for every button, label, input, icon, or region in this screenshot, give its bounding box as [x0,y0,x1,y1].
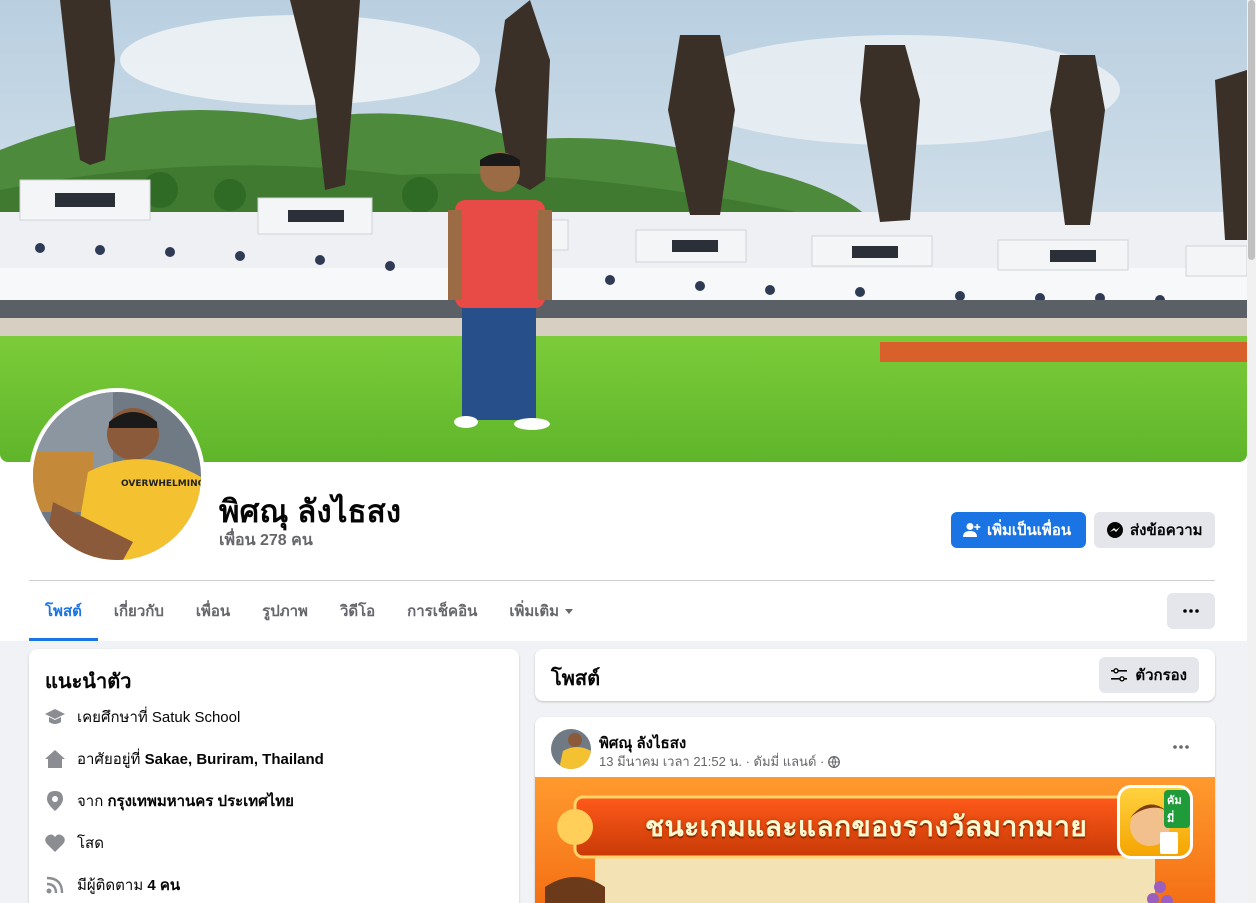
filter-label: ตัวกรอง [1135,667,1187,684]
tab-posts[interactable]: โพสต์ [29,581,98,641]
globe-icon[interactable] [828,755,841,768]
intro-title: แนะนำตัว [45,671,132,693]
game-app-icon: คัมมี่ [1117,785,1193,859]
friends-count[interactable]: เพื่อน 278 คน [219,528,313,553]
tab-about[interactable]: เกี่ยวกับ [98,581,180,641]
tab-videos[interactable]: วิดีโอ [324,581,391,641]
intro-education: เคยศึกษาที่ Satuk School [45,705,240,729]
post-banner-text: ชนะเกมและแลกของรางวัลมากมาย [645,810,1088,843]
post-options-button[interactable] [1163,733,1199,761]
posts-header-card: โพสต์ ตัวกรอง [535,649,1215,701]
cover-photo[interactable] [0,0,1247,462]
message-button[interactable]: ส่งข้อความ [1094,512,1215,548]
intro-relationship-text: โสด [77,835,104,852]
tab-checkins[interactable]: การเช็คอิน [391,581,493,641]
rss-icon [45,875,65,895]
home-icon [45,749,65,769]
intro-followers: มีผู้ติดตาม 4 คน [45,873,180,897]
post-meta: 13 มีนาคม เวลา 21:52 น. · ดัมมี่ แลนด์ · [599,751,841,772]
post-card: พิศณุ ลังไธสง 13 มีนาคม เวลา 21:52 น. · … [535,717,1215,903]
profile-header: OVERWHELMING พิศณุ ลังไธสง เพื่อน 278 คน… [0,0,1256,641]
tab-friends[interactable]: เพื่อน [180,581,246,641]
message-label: ส่งข้อความ [1130,522,1203,539]
filter-icon [1111,668,1128,682]
tab-photos[interactable]: รูปภาพ [246,581,324,641]
svg-text:OVERWHELMING: OVERWHELMING [121,479,201,489]
heart-icon [45,833,65,853]
graduation-cap-icon [45,707,65,727]
scrollbar-thumb[interactable] [1248,0,1255,260]
posts-title: โพสต์ [551,668,601,690]
hometown-link[interactable]: กรุงเทพมหานคร ประเทศไทย [107,793,293,810]
intro-education-text: เคยศึกษาที่ Satuk School [77,709,241,726]
intro-relationship: โสด [45,831,104,855]
more-dots-icon [1183,609,1199,613]
more-dots-icon [1173,745,1189,749]
add-friend-label: เพิ่มเป็นเพื่อน [987,522,1072,539]
add-friend-button[interactable]: เพิ่มเป็นเพื่อน [951,512,1086,548]
followers-link[interactable]: 4 คน [147,877,180,894]
profile-tabs: โพสต์ เกี่ยวกับ เพื่อน รูปภาพ วิดีโอ การ… [29,581,589,641]
intro-hometown: จาก กรุงเทพมหานคร ประเทศไทย [45,789,294,813]
post-image[interactable]: ชนะเกมและแลกของรางวัลมากมาย คัมมี่ [535,777,1215,903]
tab-more[interactable]: เพิ่มเติม [493,581,589,641]
page-scrollbar[interactable] [1247,0,1256,903]
profile-avatar[interactable]: OVERWHELMING [29,388,205,564]
filter-button[interactable]: ตัวกรอง [1099,657,1199,693]
add-friend-icon [963,523,981,537]
profile-more-button[interactable] [1167,593,1215,629]
location-pin-icon [45,791,65,811]
intro-lives-in: อาศัยอยู่ที่ Sakae, Buriram, Thailand [45,747,324,771]
game-badge-label: คัมมี่ [1164,790,1190,828]
post-timestamp[interactable]: 13 มีนาคม เวลา 21:52 น. · ดัมมี่ แลนด์ · [599,751,824,772]
caret-down-icon [565,608,574,614]
intro-card: แนะนำตัว เคยศึกษาที่ Satuk School อาศัยอ… [29,649,519,903]
messenger-icon [1107,522,1123,538]
lives-in-link[interactable]: Sakae, Buriram, Thailand [145,751,324,768]
post-author-avatar[interactable] [551,729,591,769]
